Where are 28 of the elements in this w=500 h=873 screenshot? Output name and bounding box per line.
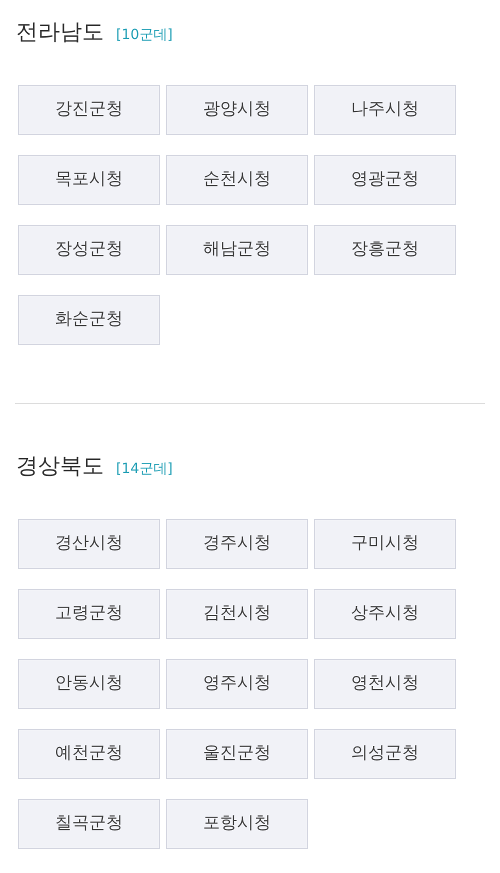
office-button[interactable]: 광양시청 [166,85,308,135]
office-button[interactable]: 의성군청 [314,729,456,779]
office-button[interactable]: 장흥군청 [314,225,456,275]
office-button[interactable]: 화순군청 [18,295,160,345]
office-button[interactable]: 경주시청 [166,519,308,569]
office-button[interactable]: 상주시청 [314,589,456,639]
office-button[interactable]: 포항시청 [166,799,308,849]
office-button[interactable]: 영천시청 [314,659,456,709]
office-button[interactable]: 목포시청 [18,155,160,205]
office-button[interactable]: 장성군청 [18,225,160,275]
office-button[interactable]: 구미시청 [314,519,456,569]
office-button[interactable]: 예천군청 [18,729,160,779]
office-count: [14군데] [116,460,173,479]
office-button[interactable]: 나주시청 [314,85,456,135]
office-button[interactable]: 해남군청 [166,225,308,275]
office-button[interactable]: 강진군청 [18,85,160,135]
office-button[interactable]: 경산시청 [18,519,160,569]
office-button[interactable]: 칠곡군청 [18,799,160,849]
region-title: 전라남도 [16,19,104,47]
office-button[interactable]: 고령군청 [18,589,160,639]
office-button[interactable]: 순천시청 [166,155,308,205]
office-button[interactable]: 영주시청 [166,659,308,709]
office-button[interactable]: 안동시청 [18,659,160,709]
office-count: [10군데] [116,26,173,45]
office-button[interactable]: 울진군청 [166,729,308,779]
office-button[interactable]: 영광군청 [314,155,456,205]
region-title: 경상북도 [16,453,104,481]
office-button[interactable]: 김천시청 [166,589,308,639]
